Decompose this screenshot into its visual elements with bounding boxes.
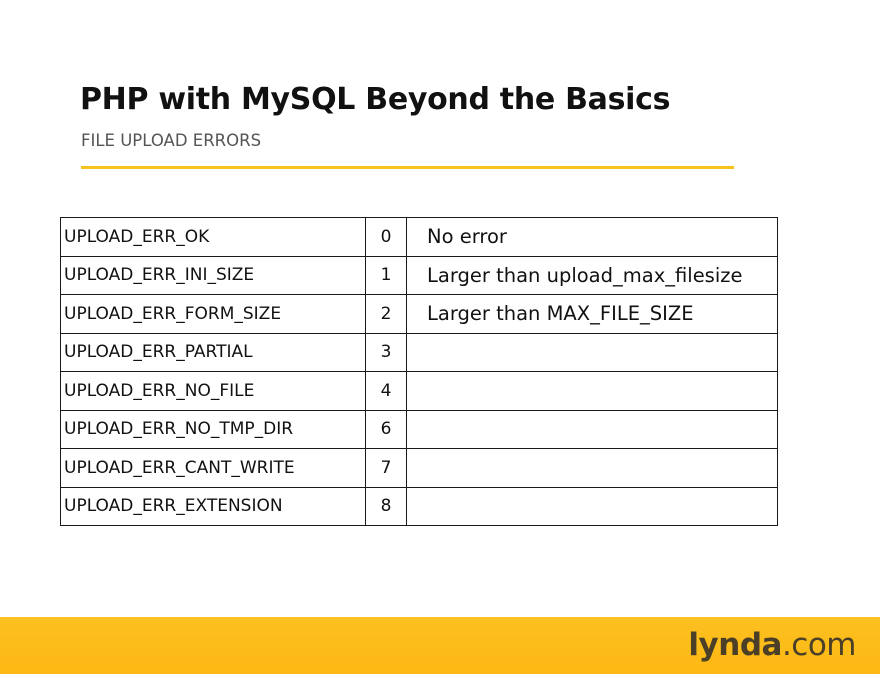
table-row: UPLOAD_ERR_NO_FILE 4 (60, 371, 778, 411)
error-code: 1 (365, 255, 407, 295)
error-constant: UPLOAD_ERR_INI_SIZE (60, 255, 366, 295)
error-constant: UPLOAD_ERR_OK (60, 217, 366, 257)
footer-bar: lynda.com (0, 617, 880, 674)
table-row: UPLOAD_ERR_PARTIAL 3 (60, 332, 778, 372)
error-code: 0 (365, 217, 407, 257)
error-description (406, 486, 778, 526)
logo-brand: lynda (688, 627, 782, 663)
error-constant: UPLOAD_ERR_FORM_SIZE (60, 294, 366, 334)
error-code: 8 (365, 486, 407, 526)
title-divider (81, 166, 734, 169)
error-description (406, 448, 778, 488)
error-constant: UPLOAD_ERR_CANT_WRITE (60, 448, 366, 488)
error-code: 7 (365, 448, 407, 488)
error-constant: UPLOAD_ERR_NO_FILE (60, 371, 366, 411)
error-description: No error (406, 217, 778, 257)
error-code: 6 (365, 409, 407, 449)
upload-errors-table: UPLOAD_ERR_OK 0 No error UPLOAD_ERR_INI_… (60, 217, 778, 526)
table-row: UPLOAD_ERR_NO_TMP_DIR 6 (60, 409, 778, 449)
lynda-logo: lynda.com (688, 627, 856, 663)
error-description (406, 409, 778, 449)
table-row: UPLOAD_ERR_FORM_SIZE 2 Larger than MAX_F… (60, 294, 778, 334)
slide-subtitle: FILE UPLOAD ERRORS (81, 131, 262, 150)
error-constant: UPLOAD_ERR_EXTENSION (60, 486, 366, 526)
error-description (406, 371, 778, 411)
error-code: 2 (365, 294, 407, 334)
error-description: Larger than MAX_FILE_SIZE (406, 294, 778, 334)
table-row: UPLOAD_ERR_EXTENSION 8 (60, 486, 778, 526)
error-code: 4 (365, 371, 407, 411)
error-description (406, 332, 778, 372)
error-constant: UPLOAD_ERR_PARTIAL (60, 332, 366, 372)
table-row: UPLOAD_ERR_INI_SIZE 1 Larger than upload… (60, 255, 778, 295)
table-row: UPLOAD_ERR_CANT_WRITE 7 (60, 448, 778, 488)
slide-title: PHP with MySQL Beyond the Basics (80, 82, 671, 117)
error-description: Larger than upload_max_filesize (406, 255, 778, 295)
error-constant: UPLOAD_ERR_NO_TMP_DIR (60, 409, 366, 449)
logo-suffix: .com (781, 627, 857, 663)
error-code: 3 (365, 332, 407, 372)
table-row: UPLOAD_ERR_OK 0 No error (60, 217, 778, 257)
